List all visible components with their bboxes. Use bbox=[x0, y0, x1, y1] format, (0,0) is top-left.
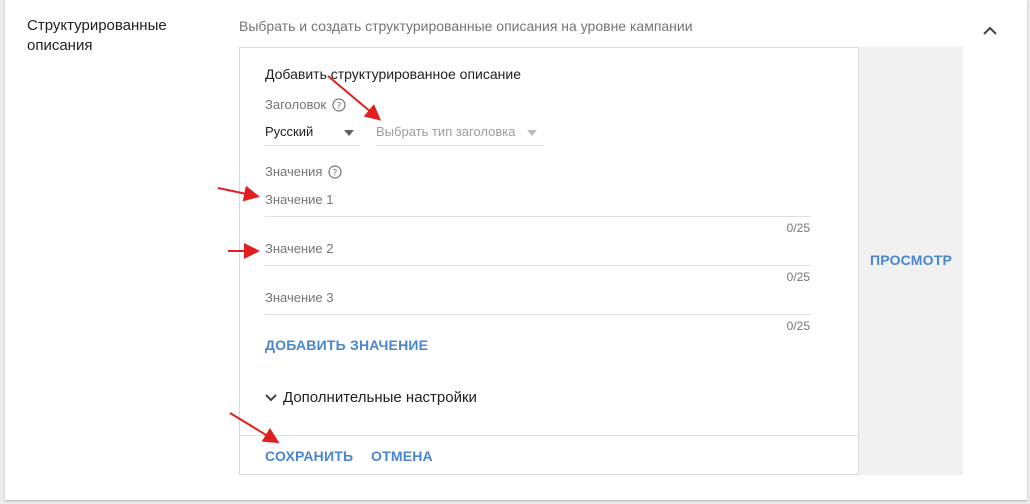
help-icon[interactable]: ? bbox=[332, 97, 346, 112]
value-1-placeholder: Значение 1 bbox=[265, 192, 334, 207]
svg-text:?: ? bbox=[337, 101, 342, 111]
svg-text:?: ? bbox=[333, 168, 338, 178]
value-3-input[interactable]: Значение 3 bbox=[265, 289, 811, 315]
header-label-text: Заголовок bbox=[265, 97, 327, 112]
dropdown-arrow-icon bbox=[527, 130, 537, 136]
value-2-input[interactable]: Значение 2 bbox=[265, 240, 811, 266]
chevron-down-icon bbox=[265, 393, 277, 401]
section-description: Выбрать и создать структурированные опис… bbox=[239, 18, 693, 34]
value-2-counter: 0/25 bbox=[786, 270, 810, 284]
value-1-counter: 0/25 bbox=[786, 221, 810, 235]
value-3-counter: 0/25 bbox=[786, 319, 810, 333]
preview-button[interactable]: ПРОСМОТР bbox=[859, 252, 963, 268]
values-label-text: Значения bbox=[265, 164, 323, 179]
save-button[interactable]: СОХРАНИТЬ bbox=[265, 448, 353, 464]
value-3-placeholder: Значение 3 bbox=[265, 290, 334, 305]
values-label: Значения ? bbox=[265, 164, 343, 179]
advanced-settings-label: Дополнительные настройки bbox=[283, 389, 477, 406]
cancel-button[interactable]: ОТМЕНА bbox=[371, 448, 433, 464]
dropdown-arrow-icon bbox=[344, 130, 354, 136]
form-heading: Добавить структурированное описание bbox=[265, 66, 521, 82]
add-snippet-form: Добавить структурированное описание Заго… bbox=[239, 47, 859, 475]
help-icon[interactable]: ? bbox=[328, 164, 343, 179]
language-select[interactable]: Русский bbox=[265, 120, 360, 146]
language-select-value: Русский bbox=[265, 124, 314, 139]
value-2-placeholder: Значение 2 bbox=[265, 241, 334, 256]
header-type-select[interactable]: Выбрать тип заголовка bbox=[376, 120, 543, 146]
collapse-button[interactable] bbox=[979, 20, 1001, 42]
header-label: Заголовок ? bbox=[265, 97, 346, 112]
add-value-button[interactable]: ДОБАВИТЬ ЗНАЧЕНИЕ bbox=[265, 337, 428, 353]
preview-panel: ПРОСМОТР bbox=[859, 47, 963, 475]
form-footer: СОХРАНИТЬ ОТМЕНА bbox=[240, 435, 858, 476]
section-title: Структурированные описания bbox=[27, 17, 167, 54]
header-type-placeholder: Выбрать тип заголовка bbox=[376, 124, 516, 139]
structured-snippets-card: Структурированные описания Выбрать и соз… bbox=[5, 0, 1027, 500]
advanced-settings-toggle[interactable]: Дополнительные настройки bbox=[265, 389, 477, 406]
value-1-input[interactable]: Значение 1 bbox=[265, 191, 811, 217]
chevron-up-icon bbox=[983, 26, 997, 35]
